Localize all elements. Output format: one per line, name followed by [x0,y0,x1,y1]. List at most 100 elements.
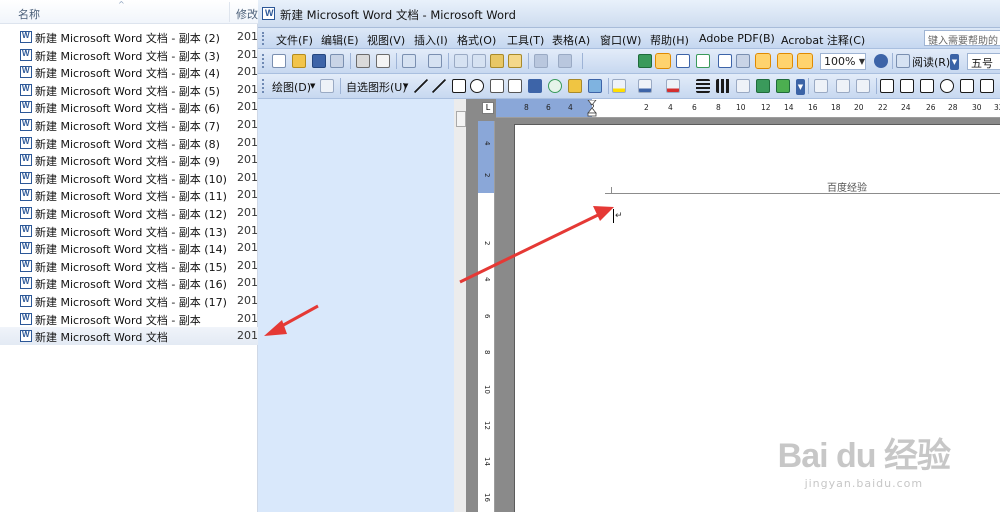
drawing-toggle-icon[interactable] [736,54,750,68]
menu-item[interactable]: Acrobat 注释(C) [781,32,865,48]
title-bar[interactable]: 新建 Microsoft Word 文档 - Microsoft Word [258,0,1000,28]
open-folder-icon[interactable] [292,54,306,68]
menu-item[interactable]: 帮助(H) [650,32,689,48]
toolbar-options-icon[interactable]: ▼ [950,54,959,70]
toolbar-options-icon[interactable]: ▼ [796,79,805,95]
print-preview-icon[interactable] [376,54,390,68]
horizontal-ruler[interactable]: 86422468101214161820222426283032 [496,99,1000,118]
menu-item[interactable]: 插入(I) [414,32,448,48]
file-list-item[interactable]: 新建 Microsoft Word 文档 - 副本 (13) 201 [0,222,258,240]
read-button[interactable]: 阅读(R) [912,54,950,70]
font-color-icon[interactable] [666,79,680,93]
option-button-control-icon[interactable] [940,79,954,93]
menu-item[interactable]: 工具(T) [507,32,544,48]
hyperlink-icon[interactable] [638,54,652,68]
tab-stop-selector[interactable]: L [482,102,494,114]
cut-icon[interactable] [454,54,468,68]
shadow-style-icon[interactable] [756,79,770,93]
menu-item[interactable]: 格式(O) [457,32,496,48]
arrow-style-icon[interactable] [736,79,750,93]
insert-table-icon[interactable] [676,54,690,68]
paste-icon[interactable] [490,54,504,68]
column-header-date[interactable]: 修改 [236,6,258,22]
file-list-item[interactable]: 新建 Microsoft Word 文档 - 副本 (15) 201 [0,257,258,275]
tables-borders-icon[interactable] [655,53,671,69]
format-painter-icon[interactable] [508,54,522,68]
menu-item[interactable]: Adobe PDF(B) [699,32,775,45]
file-list-item[interactable]: 新建 Microsoft Word 文档 - 副本 (4) 201 [0,63,258,81]
list-box-control-icon[interactable] [920,79,934,93]
menu-item[interactable]: 视图(V) [367,32,405,48]
file-list-item[interactable]: 新建 Microsoft Word 文档 - 副本 (3) 201 [0,46,258,64]
line-style-icon[interactable] [696,79,710,93]
dash-style-icon[interactable] [716,79,730,93]
menu-item[interactable]: 窗口(W) [600,32,641,48]
columns-icon[interactable] [718,54,732,68]
copy-icon[interactable] [472,54,486,68]
file-list-item[interactable]: 新建 Microsoft Word 文档 - 副本 (9) 201 [0,151,258,169]
file-list-item[interactable]: 新建 Microsoft Word 文档 - 副本 (6) 201 [0,98,258,116]
form-field-shading-icon[interactable] [836,79,850,93]
file-list-item[interactable]: 新建 Microsoft Word 文档 - 副本 (2) 201 [0,28,258,46]
read-icon[interactable] [896,54,910,68]
draw-menu-button[interactable]: 绘图(D) [272,79,311,95]
file-list-item[interactable]: 新建 Microsoft Word 文档 - 副本 (12) 201 [0,204,258,222]
document-map-icon[interactable] [755,53,771,69]
file-list-item[interactable]: 新建 Microsoft Word 文档 201 [0,327,258,345]
file-list-item[interactable]: 新建 Microsoft Word 文档 - 副本 (10) 201 [0,169,258,187]
file-list-item[interactable]: 新建 Microsoft Word 文档 - 副本 201 [0,310,258,328]
redo-icon[interactable] [558,54,572,68]
draw-menu-arrow-icon[interactable]: ▼ [310,82,315,90]
autoshapes-arrow-icon[interactable]: ▼ [403,82,408,90]
new-document-icon[interactable] [272,54,286,68]
toolbar-grip-handle[interactable] [262,54,265,68]
indent-marker-icon[interactable] [587,100,597,117]
word-app-icon[interactable] [262,7,275,20]
menubar-grip-handle[interactable] [262,32,265,45]
zoom-dropdown-arrow-icon[interactable]: ▼ [856,53,868,70]
help-search-input[interactable]: 键入需要帮助的 [924,30,1000,46]
column-divider[interactable] [229,2,230,22]
show-formatting-icon[interactable] [777,53,793,69]
help-icon[interactable] [874,54,888,68]
fill-color-icon[interactable] [612,79,626,93]
menu-item[interactable]: 编辑(E) [321,32,359,48]
insert-excel-icon[interactable] [696,54,710,68]
menu-item[interactable]: 文件(F) [276,32,313,48]
arrow-tool-icon[interactable] [432,79,446,93]
line-color-icon[interactable] [638,79,652,93]
toolbar-grip-handle[interactable] [262,79,265,93]
file-list-item[interactable]: 新建 Microsoft Word 文档 - 副本 (8) 201 [0,134,258,152]
insert-picture-icon[interactable] [588,79,602,93]
font-size-select[interactable]: 五号 [967,53,1000,70]
text-box-icon[interactable] [490,79,504,93]
rectangle-icon[interactable] [452,79,466,93]
file-list-item[interactable]: 新建 Microsoft Word 文档 - 副本 (17) 201 [0,292,258,310]
permission-icon[interactable] [330,54,344,68]
save-icon[interactable] [312,54,326,68]
oval-icon[interactable] [470,79,484,93]
show-hide-marks-icon[interactable] [797,53,813,69]
undo-icon[interactable] [534,54,548,68]
spelling-icon[interactable] [428,54,442,68]
3d-style-icon[interactable] [776,79,790,93]
diagram-icon[interactable] [548,79,562,93]
combo-box-control-icon[interactable] [960,79,974,93]
column-header-name[interactable]: 名称 [18,6,40,22]
autoshapes-menu-button[interactable]: 自选图形(U) [346,79,407,95]
vertical-ruler[interactable]: 4 2 2 4 6 8 10 12 14 16 [478,121,495,512]
checkbox-control-icon[interactable] [880,79,894,93]
line-icon[interactable] [414,79,428,93]
task-pane-scroll-thumb[interactable] [456,111,466,127]
file-list-item[interactable]: 新建 Microsoft Word 文档 - 副本 (14) 201 [0,239,258,257]
vertical-text-box-icon[interactable] [508,79,522,93]
file-list-item[interactable]: 新建 Microsoft Word 文档 - 副本 (7) 201 [0,116,258,134]
select-objects-icon[interactable] [320,79,334,93]
clip-art-icon[interactable] [568,79,582,93]
research-icon[interactable] [402,54,416,68]
print-icon[interactable] [356,54,370,68]
file-list-item[interactable]: 新建 Microsoft Word 文档 - 副本 (16) 201 [0,274,258,292]
wordart-icon[interactable] [528,79,542,93]
form-design-icon[interactable] [814,79,828,93]
form-reset-icon[interactable] [856,79,870,93]
